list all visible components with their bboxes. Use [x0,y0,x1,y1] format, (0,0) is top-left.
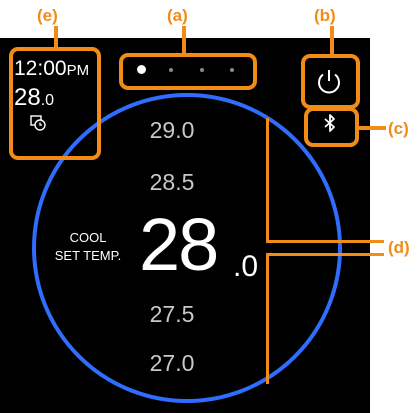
callout-box-b [301,54,360,109]
callout-line-e [54,26,58,48]
callout-line-d-lower [266,254,269,384]
set-temperature-value[interactable]: 28 [139,208,219,282]
callout-label-b: (b) [314,6,336,25]
mode-label-line1: COOL [69,230,107,245]
callout-label-e: (e) [37,6,58,25]
callout-label-a: (a) [167,6,188,25]
callout-line-b [330,26,334,55]
temp-option-below-1[interactable]: 27.5 [132,303,212,326]
callout-label-d: (d) [388,238,410,257]
set-temperature-decimal: .0 [233,250,259,283]
callout-line-d-lower-h [266,253,384,256]
temp-option-below-2[interactable]: 27.0 [132,352,212,375]
callout-line-c [358,126,386,130]
callout-box-c [304,107,359,147]
callout-line-d-upper [266,118,269,243]
callout-label-c: (c) [388,119,409,138]
temp-option-above-1[interactable]: 29.0 [132,119,212,142]
callout-line-a [182,26,186,54]
callout-line-d-upper-h [266,240,384,243]
mode-label-line2: SET TEMP. [54,248,122,263]
mode-label: COOL SET TEMP. [38,229,138,265]
callout-box-a [119,53,257,90]
temp-option-above-2[interactable]: 28.5 [132,171,212,194]
callout-box-e [9,47,101,160]
